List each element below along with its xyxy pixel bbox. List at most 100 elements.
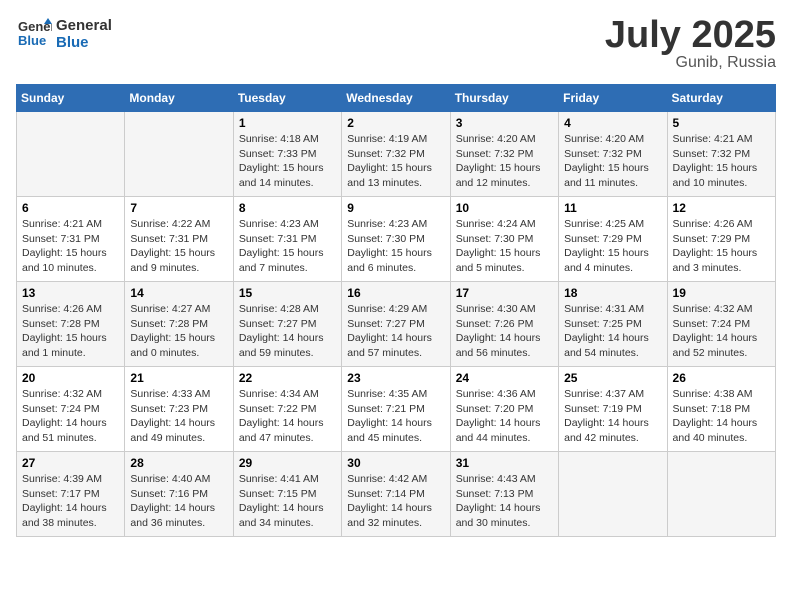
day-info: Sunrise: 4:38 AM Sunset: 7:18 PM Dayligh…: [673, 387, 770, 446]
day-number: 28: [130, 456, 227, 470]
day-info: Sunrise: 4:23 AM Sunset: 7:30 PM Dayligh…: [347, 217, 444, 276]
calendar-cell: 3 Sunrise: 4:20 AM Sunset: 7:32 PM Daylig…: [450, 112, 558, 197]
day-info: Sunrise: 4:21 AM Sunset: 7:31 PM Dayligh…: [22, 217, 119, 276]
day-number: 29: [239, 456, 336, 470]
day-number: 20: [22, 371, 119, 385]
day-info: Sunrise: 4:33 AM Sunset: 7:23 PM Dayligh…: [130, 387, 227, 446]
calendar-cell: [17, 112, 125, 197]
day-number: 27: [22, 456, 119, 470]
day-info: Sunrise: 4:36 AM Sunset: 7:20 PM Dayligh…: [456, 387, 553, 446]
day-info: Sunrise: 4:29 AM Sunset: 7:27 PM Dayligh…: [347, 302, 444, 361]
calendar-cell: 14Sunrise: 4:27 AM Sunset: 7:28 PM Dayli…: [125, 282, 233, 367]
day-number: 22: [239, 371, 336, 385]
calendar-cell: 9 Sunrise: 4:23 AM Sunset: 7:30 PM Daylig…: [342, 197, 450, 282]
day-info: Sunrise: 4:26 AM Sunset: 7:28 PM Dayligh…: [22, 302, 119, 361]
calendar-cell: 2Sunrise: 4:19 AM Sunset: 7:32 PM Daylig…: [342, 112, 450, 197]
month-title: July 2025: [605, 16, 776, 54]
day-info: Sunrise: 4:28 AM Sunset: 7:27 PM Dayligh…: [239, 302, 336, 361]
day-number: 3: [456, 116, 553, 130]
svg-text:Blue: Blue: [18, 33, 46, 48]
weekday-header-friday: Friday: [559, 85, 667, 112]
logo-text-general: General: [56, 17, 112, 34]
day-info: Sunrise: 4:32 AM Sunset: 7:24 PM Dayligh…: [673, 302, 770, 361]
day-info: Sunrise: 4:20 AM Sunset: 7:32 PM Dayligh…: [456, 132, 553, 191]
calendar-cell: 5Sunrise: 4:21 AM Sunset: 7:32 PM Daylig…: [667, 112, 775, 197]
day-info: Sunrise: 4:24 AM Sunset: 7:30 PM Dayligh…: [456, 217, 553, 276]
calendar-cell: 23 Sunrise: 4:35 AM Sunset: 7:21 PM Dayli…: [342, 367, 450, 452]
calendar-cell: 22 Sunrise: 4:34 AM Sunset: 7:22 PM Dayli…: [233, 367, 341, 452]
day-number: 23: [347, 371, 444, 385]
day-info: Sunrise: 4:41 AM Sunset: 7:15 PM Dayligh…: [239, 472, 336, 531]
day-number: 21: [130, 371, 227, 385]
day-number: 15: [239, 286, 336, 300]
calendar-cell: 24 Sunrise: 4:36 AM Sunset: 7:20 PM Dayli…: [450, 367, 558, 452]
weekday-header-wednesday: Wednesday: [342, 85, 450, 112]
day-number: 12: [673, 201, 770, 215]
week-row-5: 27 Sunrise: 4:39 AM Sunset: 7:17 PM Dayli…: [17, 452, 776, 537]
calendar-cell: 21 Sunrise: 4:33 AM Sunset: 7:23 PM Dayli…: [125, 367, 233, 452]
calendar-cell: 10Sunrise: 4:24 AM Sunset: 7:30 PM Dayli…: [450, 197, 558, 282]
calendar-cell: 13 Sunrise: 4:26 AM Sunset: 7:28 PM Dayli…: [17, 282, 125, 367]
calendar-cell: [559, 452, 667, 537]
calendar-cell: 31Sunrise: 4:43 AM Sunset: 7:13 PM Dayli…: [450, 452, 558, 537]
day-info: Sunrise: 4:26 AM Sunset: 7:29 PM Dayligh…: [673, 217, 770, 276]
calendar-body: 1Sunrise: 4:18 AM Sunset: 7:33 PM Daylig…: [17, 112, 776, 537]
day-info: Sunrise: 4:34 AM Sunset: 7:22 PM Dayligh…: [239, 387, 336, 446]
calendar-table: SundayMondayTuesdayWednesdayThursdayFrid…: [16, 84, 776, 537]
day-info: Sunrise: 4:40 AM Sunset: 7:16 PM Dayligh…: [130, 472, 227, 531]
calendar-cell: 11 Sunrise: 4:25 AM Sunset: 7:29 PM Dayli…: [559, 197, 667, 282]
day-info: Sunrise: 4:22 AM Sunset: 7:31 PM Dayligh…: [130, 217, 227, 276]
day-number: 31: [456, 456, 553, 470]
day-info: Sunrise: 4:39 AM Sunset: 7:17 PM Dayligh…: [22, 472, 119, 531]
calendar-cell: 25Sunrise: 4:37 AM Sunset: 7:19 PM Dayli…: [559, 367, 667, 452]
calendar-header: SundayMondayTuesdayWednesdayThursdayFrid…: [17, 85, 776, 112]
logo-icon: General Blue: [16, 16, 52, 52]
calendar-cell: 12 Sunrise: 4:26 AM Sunset: 7:29 PM Dayli…: [667, 197, 775, 282]
calendar-cell: 6 Sunrise: 4:21 AM Sunset: 7:31 PM Daylig…: [17, 197, 125, 282]
day-number: 19: [673, 286, 770, 300]
day-number: 13: [22, 286, 119, 300]
weekday-row: SundayMondayTuesdayWednesdayThursdayFrid…: [17, 85, 776, 112]
day-number: 7: [130, 201, 227, 215]
day-number: 11: [564, 201, 661, 215]
day-info: Sunrise: 4:20 AM Sunset: 7:32 PM Dayligh…: [564, 132, 661, 191]
logo: General Blue General Blue: [16, 16, 112, 52]
calendar-cell: 15 Sunrise: 4:28 AM Sunset: 7:27 PM Dayli…: [233, 282, 341, 367]
calendar-cell: 7 Sunrise: 4:22 AM Sunset: 7:31 PM Daylig…: [125, 197, 233, 282]
day-number: 5: [673, 116, 770, 130]
day-number: 6: [22, 201, 119, 215]
day-info: Sunrise: 4:32 AM Sunset: 7:24 PM Dayligh…: [22, 387, 119, 446]
day-number: 4: [564, 116, 661, 130]
calendar-cell: 19 Sunrise: 4:32 AM Sunset: 7:24 PM Dayli…: [667, 282, 775, 367]
day-number: 17: [456, 286, 553, 300]
day-number: 24: [456, 371, 553, 385]
day-number: 18: [564, 286, 661, 300]
logo-text-blue: Blue: [56, 34, 112, 51]
day-info: Sunrise: 4:35 AM Sunset: 7:21 PM Dayligh…: [347, 387, 444, 446]
calendar-cell: 26 Sunrise: 4:38 AM Sunset: 7:18 PM Dayli…: [667, 367, 775, 452]
day-info: Sunrise: 4:37 AM Sunset: 7:19 PM Dayligh…: [564, 387, 661, 446]
week-row-3: 13 Sunrise: 4:26 AM Sunset: 7:28 PM Dayli…: [17, 282, 776, 367]
calendar-cell: 1Sunrise: 4:18 AM Sunset: 7:33 PM Daylig…: [233, 112, 341, 197]
calendar-cell: 30Sunrise: 4:42 AM Sunset: 7:14 PM Dayli…: [342, 452, 450, 537]
day-info: Sunrise: 4:23 AM Sunset: 7:31 PM Dayligh…: [239, 217, 336, 276]
calendar-cell: 17Sunrise: 4:30 AM Sunset: 7:26 PM Dayli…: [450, 282, 558, 367]
day-number: 9: [347, 201, 444, 215]
day-info: Sunrise: 4:18 AM Sunset: 7:33 PM Dayligh…: [239, 132, 336, 191]
day-info: Sunrise: 4:19 AM Sunset: 7:32 PM Dayligh…: [347, 132, 444, 191]
calendar-cell: [125, 112, 233, 197]
day-number: 14: [130, 286, 227, 300]
calendar-cell: 4 Sunrise: 4:20 AM Sunset: 7:32 PM Daylig…: [559, 112, 667, 197]
calendar-cell: [667, 452, 775, 537]
weekday-header-tuesday: Tuesday: [233, 85, 341, 112]
calendar-cell: 18Sunrise: 4:31 AM Sunset: 7:25 PM Dayli…: [559, 282, 667, 367]
day-info: Sunrise: 4:25 AM Sunset: 7:29 PM Dayligh…: [564, 217, 661, 276]
week-row-2: 6 Sunrise: 4:21 AM Sunset: 7:31 PM Daylig…: [17, 197, 776, 282]
calendar-cell: 20 Sunrise: 4:32 AM Sunset: 7:24 PM Dayli…: [17, 367, 125, 452]
day-number: 26: [673, 371, 770, 385]
calendar-cell: 16Sunrise: 4:29 AM Sunset: 7:27 PM Dayli…: [342, 282, 450, 367]
day-number: 30: [347, 456, 444, 470]
calendar-cell: 8Sunrise: 4:23 AM Sunset: 7:31 PM Daylig…: [233, 197, 341, 282]
title-block: July 2025 Gunib, Russia: [605, 16, 776, 72]
weekday-header-sunday: Sunday: [17, 85, 125, 112]
